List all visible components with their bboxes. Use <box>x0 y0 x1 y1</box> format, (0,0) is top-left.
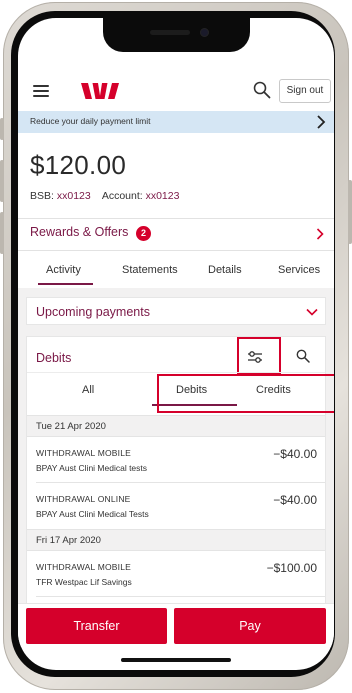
rewards-offers-label: Rewards & Offers <box>30 225 129 239</box>
rewards-count-badge: 2 <box>136 226 151 241</box>
app-header: Sign out <box>18 71 334 109</box>
front-camera-icon <box>200 28 209 37</box>
transaction-description: TFR Westpac Lif Savings <box>36 577 132 587</box>
row-separator <box>36 596 325 597</box>
bsb-label: BSB: <box>30 190 54 202</box>
transaction-row[interactable]: WITHDRAWAL MOBILE BPAY Aust Clini Medica… <box>27 437 325 483</box>
date-header: Fri 17 Apr 2020 <box>27 529 325 551</box>
chevron-right-icon <box>316 228 324 240</box>
notch <box>103 18 250 52</box>
account-label: Account: <box>101 190 143 202</box>
active-tab-indicator <box>38 283 93 285</box>
app-screen: Sign out Reduce your daily payment limit… <box>18 18 334 670</box>
home-indicator[interactable] <box>121 658 231 662</box>
search-icon[interactable] <box>296 349 310 363</box>
account-details-line: BSB: xx0123 Account: xx0123 <box>30 190 179 202</box>
date-header-label: Fri 17 Apr 2020 <box>36 535 101 546</box>
payment-limit-banner[interactable]: Reduce your daily payment limit <box>18 111 334 133</box>
chevron-right-icon <box>317 115 326 129</box>
date-header: Tue 21 Apr 2020 <box>27 415 325 437</box>
account-number-value: xx0123 <box>145 190 180 202</box>
phone-mute-switch <box>0 118 4 140</box>
transaction-title: WITHDRAWAL ONLINE <box>36 494 131 504</box>
phone-power-button <box>348 180 352 244</box>
phone-volume-down <box>0 212 4 254</box>
filter-highlight-box <box>237 337 281 374</box>
bsb-value: xx0123 <box>56 190 91 202</box>
tab-details[interactable]: Details <box>208 264 242 276</box>
transactions-filter-title: Debits <box>36 351 72 365</box>
tab-statements[interactable]: Statements <box>122 264 178 276</box>
account-balance: $120.00 <box>30 150 127 180</box>
transaction-row[interactable]: WITHDRAWAL ONLINE BPAY Aust Clini Medica… <box>27 483 325 529</box>
divider <box>18 250 334 251</box>
pay-button[interactable]: Pay <box>174 608 326 644</box>
banner-text: Reduce your daily payment limit <box>30 116 151 126</box>
filter-all[interactable]: All <box>82 384 94 396</box>
upcoming-payments-row[interactable]: Upcoming payments <box>26 297 326 325</box>
westpac-logo-icon[interactable] <box>81 83 119 99</box>
divider <box>18 218 334 219</box>
transaction-amount: −$40.00 <box>273 493 317 507</box>
phone-volume-up <box>0 160 4 202</box>
segment-highlight-box <box>157 374 334 413</box>
transfer-button[interactable]: Transfer <box>26 608 167 644</box>
transactions-card: Debits All Debits Credits Tue 21 Apr 202… <box>26 336 334 622</box>
tab-activity[interactable]: Activity <box>46 264 81 276</box>
chevron-down-icon <box>306 308 318 316</box>
hamburger-menu-icon[interactable] <box>33 85 49 97</box>
search-icon[interactable] <box>253 81 271 99</box>
date-header-label: Tue 21 Apr 2020 <box>36 421 106 432</box>
transaction-title: WITHDRAWAL MOBILE <box>36 448 132 458</box>
sign-out-button[interactable]: Sign out <box>279 79 331 103</box>
transaction-amount: −$40.00 <box>273 447 317 461</box>
upcoming-payments-label: Upcoming payments <box>36 305 150 319</box>
transaction-amount: −$100.00 <box>266 561 317 575</box>
account-tabs: Activity Statements Details Services <box>18 256 334 286</box>
tab-services[interactable]: Services <box>278 264 320 276</box>
transaction-row[interactable]: WITHDRAWAL MOBILE TFR Westpac Lif Saving… <box>27 551 325 597</box>
transaction-description: BPAY Aust Clini Medical tests <box>36 463 148 473</box>
rewards-offers-row[interactable]: Rewards & Offers 2 <box>18 220 334 248</box>
bottom-action-bar: Transfer Pay <box>18 603 334 647</box>
transaction-title: WITHDRAWAL MOBILE <box>36 562 132 572</box>
transaction-description: BPAY Aust Clini Medical Tests <box>36 509 149 519</box>
speaker-grille <box>150 30 190 35</box>
